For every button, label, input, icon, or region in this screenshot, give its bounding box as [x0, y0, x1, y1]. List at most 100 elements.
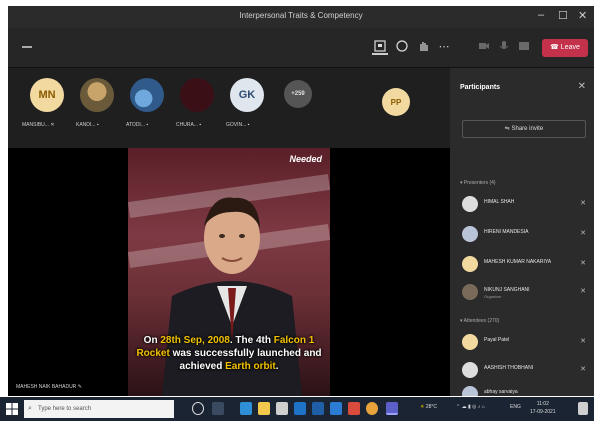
caption-text: On: [143, 335, 161, 346]
leave-label: Leave: [560, 44, 580, 51]
language-indicator[interactable]: ENG: [510, 404, 521, 410]
raise-hand-button[interactable]: [416, 39, 432, 55]
mic-off-icon: ✕: [580, 288, 586, 295]
timer-dash: [22, 46, 32, 48]
more-participants-badge[interactable]: +259: [284, 80, 312, 108]
weather-icon: ☀: [420, 404, 425, 410]
teams-icon[interactable]: [386, 402, 398, 415]
avatar-name: ATODI... ▪: [126, 122, 148, 128]
mic-icon: [499, 41, 509, 49]
participant-row[interactable]: HIRENI MANDESIA ✕: [462, 224, 588, 246]
avatar-label: KANDI...: [76, 122, 96, 128]
edge-icon[interactable]: [240, 402, 252, 415]
participant-name: abhay sarvaiya: [484, 389, 518, 395]
avatar-name: KANDI... ▪: [76, 122, 99, 128]
cortana-icon[interactable]: [192, 402, 204, 415]
camera-button[interactable]: [476, 39, 492, 55]
caption-highlight: Rocket: [136, 348, 170, 359]
caption-highlight: Earth orbit: [225, 361, 276, 372]
shared-video[interactable]: Needed On 28th Sep, 2008. The 4th Falcon…: [128, 148, 330, 396]
participant-row[interactable]: Payal Patel ✕: [462, 332, 588, 354]
caption-text: .: [275, 361, 279, 372]
store-icon[interactable]: [276, 402, 288, 415]
avatar-initials: MN: [38, 89, 56, 101]
leave-button[interactable]: ☎ Leave: [542, 39, 588, 57]
search-placeholder: Type here to search: [38, 406, 92, 412]
avatar[interactable]: [80, 78, 114, 112]
weather-temp: 28°C: [425, 404, 438, 410]
participant-row[interactable]: MAHESH KUMAR NAKARIYA ✕: [462, 254, 588, 276]
clock[interactable]: 11:02 17-09-2021: [530, 400, 556, 416]
app-icon[interactable]: [348, 402, 360, 415]
notifications-icon[interactable]: [578, 402, 588, 415]
presenter-name: MAHESH NAIK BAHADUR: [16, 384, 77, 390]
windows-start-icon[interactable]: [6, 403, 18, 415]
task-view-icon[interactable]: [212, 402, 224, 415]
presenters-header: Presenters (4): [463, 180, 496, 186]
more-actions-button[interactable]: ⋯: [436, 39, 452, 55]
content-view-button[interactable]: [372, 39, 388, 55]
teams-window: Interpersonal Traits & Competency – ☐ ✕ …: [8, 6, 594, 396]
avatar: [462, 362, 478, 378]
search-icon: ⌕: [28, 405, 32, 412]
participant-name: AASHISH THOBHANI: [484, 365, 534, 371]
camera-off-icon: ▪: [199, 122, 202, 128]
mic-off-icon: ✕: [50, 122, 55, 128]
word-icon[interactable]: [330, 402, 342, 415]
file-explorer-icon[interactable]: [258, 402, 270, 415]
avatar-initials: PP: [390, 97, 402, 107]
avatar: [462, 196, 478, 212]
smiley-icon: [396, 40, 408, 52]
chrome-icon[interactable]: [366, 402, 378, 415]
panel-title: Participants: [460, 84, 501, 91]
title-bar: Interpersonal Traits & Competency – ☐ ✕: [8, 6, 594, 28]
avatar: [462, 334, 478, 350]
avatar[interactable]: [180, 78, 214, 112]
avatar: [462, 386, 478, 396]
share-invite-label: Share invite: [511, 126, 544, 132]
system-tray-icons[interactable]: ⌃ ☁ ▮ ◎ ♪ ⌂: [456, 404, 485, 410]
clock-time: 11:02: [536, 401, 549, 407]
share-screen-button[interactable]: [516, 39, 532, 55]
participant-row[interactable]: AASHISH THOBHANI ✕: [462, 360, 588, 382]
avatar[interactable]: [130, 78, 164, 112]
attendees-section-header[interactable]: ▾ Attendees (270): [460, 318, 499, 324]
participants-panel: Participants ✕ ⇋ Share invite ▾ Presente…: [450, 68, 594, 396]
outlook-icon[interactable]: [312, 402, 324, 415]
participant-name: NIKUNJ SANGHANI: [484, 287, 530, 293]
participant-name: Payal Patel: [484, 337, 510, 343]
avatar[interactable]: GK: [230, 78, 264, 112]
meeting-toolbar: ⋯ ☎ Leave: [8, 28, 594, 68]
camera-off-icon: ▪: [146, 122, 149, 128]
close-panel-icon[interactable]: ✕: [578, 81, 586, 92]
camera-icon: [479, 43, 489, 49]
mail-icon[interactable]: [294, 402, 306, 415]
avatar-label: GOVIN...: [226, 122, 247, 128]
presenters-section-header[interactable]: ▾ Presenters (4): [460, 180, 496, 186]
brand-watermark: Needed: [289, 154, 322, 164]
taskbar-search-input[interactable]: ⌕ Type here to search: [24, 400, 174, 418]
mic-off-icon: ✕: [580, 260, 586, 267]
share-invite-button[interactable]: ⇋ Share invite: [462, 120, 586, 138]
minimize-button[interactable]: –: [538, 9, 544, 21]
participant-name: HIMAL SHAH: [484, 199, 515, 205]
participant-avatar-strip: MN MANSIBU... ✕ KANDI... ▪ ATODI... ▪ CH…: [8, 68, 450, 148]
share-icon: ⇋: [504, 126, 512, 132]
caption-highlight: 28th Sep, 2008: [160, 335, 230, 346]
weather-tray[interactable]: ☀ 28°C: [420, 404, 437, 410]
reactions-button[interactable]: [394, 39, 410, 55]
avatar: [462, 284, 478, 300]
video-stage: Needed On 28th Sep, 2008. The 4th Falcon…: [8, 148, 450, 396]
close-window-button[interactable]: ✕: [578, 9, 587, 22]
participant-row[interactable]: abhay sarvaiya: [462, 384, 588, 396]
maximize-button[interactable]: ☐: [558, 9, 568, 22]
mic-button[interactable]: [496, 39, 512, 55]
avatar-name: GOVIN... ▪: [226, 122, 249, 128]
participant-row[interactable]: NIKUNJ SANGHANI Organizer ✕: [462, 282, 588, 304]
avatar-label: MANSIBU...: [22, 122, 49, 128]
mic-off-icon: ✕: [580, 200, 586, 207]
participant-row[interactable]: HIMAL SHAH ✕: [462, 194, 588, 216]
avatar: [462, 256, 478, 272]
avatar[interactable]: MN: [30, 78, 64, 112]
avatar[interactable]: PP: [382, 88, 410, 116]
